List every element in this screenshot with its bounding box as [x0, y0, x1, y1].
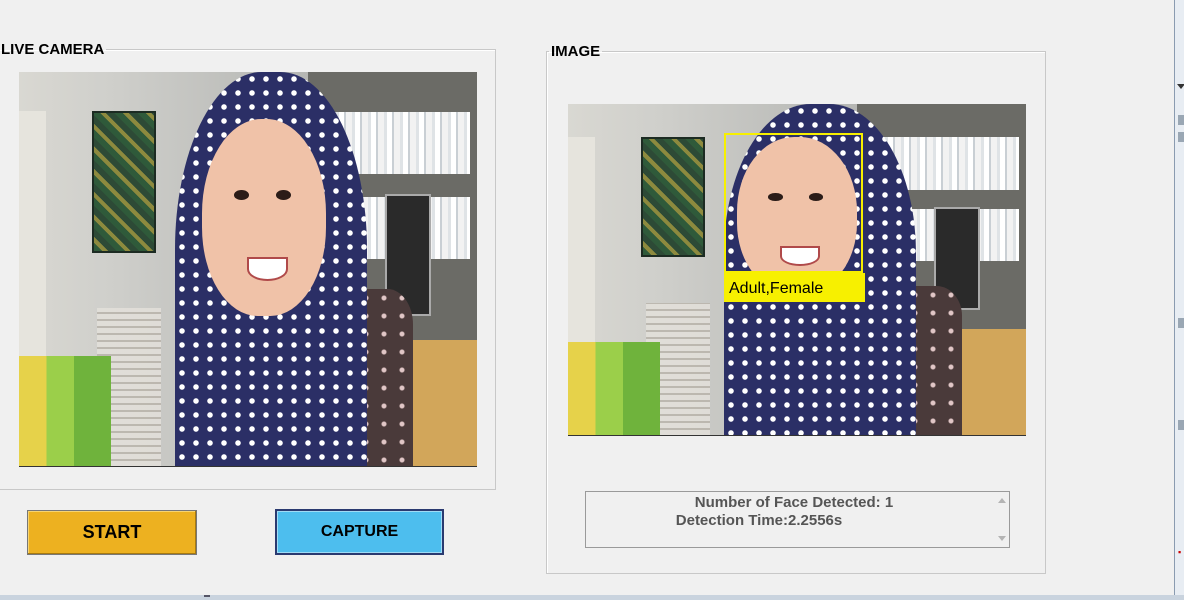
- wall-painting: [641, 137, 705, 257]
- live-camera-view: [19, 72, 477, 467]
- person-face: [202, 119, 326, 317]
- live-camera-title: LIVE CAMERA: [1, 41, 105, 58]
- scroll-up-icon[interactable]: [998, 498, 1006, 503]
- face-detection-box: [724, 133, 863, 273]
- captured-image: Adult,Female: [568, 104, 1026, 436]
- status-scrollbar[interactable]: [995, 493, 1008, 546]
- scroll-down-icon[interactable]: [998, 536, 1006, 541]
- detection-time-text: Detection Time:2.2556s: [675, 512, 843, 529]
- image-panel-title: IMAGE: [551, 43, 601, 60]
- dropdown-arrow-icon: [1177, 84, 1184, 89]
- capture-button[interactable]: CAPTURE: [275, 509, 444, 555]
- face-count-text: Number of Face Detected: 1: [694, 494, 894, 511]
- wall-painting: [92, 111, 156, 254]
- red-marker-icon: ▪: [1178, 547, 1182, 557]
- detection-status-box[interactable]: Number of Face Detected: 1 Detection Tim…: [585, 491, 1010, 548]
- right-window-edge: ▪: [1174, 0, 1184, 600]
- face-detection-label: Adult,Female: [724, 273, 865, 302]
- bottom-window-edge: [0, 595, 1184, 600]
- start-button[interactable]: START: [27, 510, 197, 555]
